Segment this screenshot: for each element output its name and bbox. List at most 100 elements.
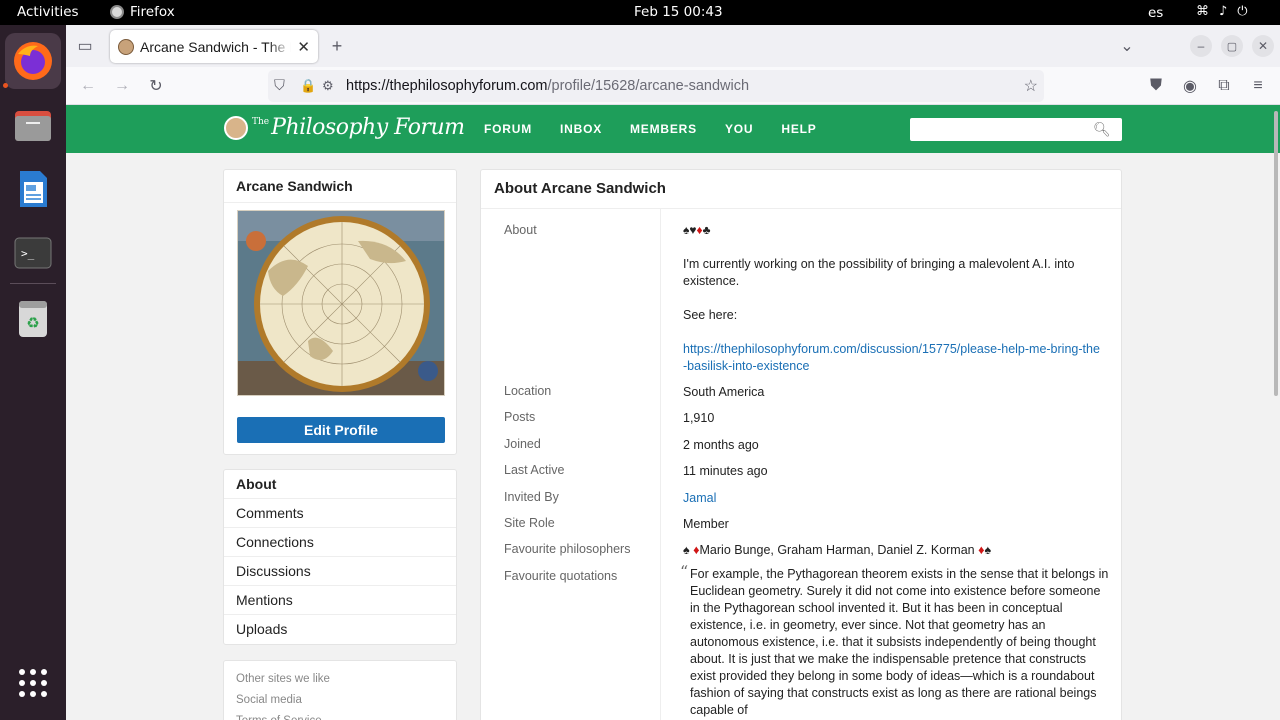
tab-active[interactable]: Arcane Sandwich - The Philosophy Forum ✕ xyxy=(110,30,318,63)
page-scrollbar[interactable] xyxy=(1274,111,1278,396)
app-grid-icon xyxy=(19,669,47,697)
menu-item-connections[interactable]: Connections xyxy=(224,528,456,557)
tracking-protection-icon[interactable]: ⛉ xyxy=(274,78,290,94)
app-menu-icon[interactable]: ≡ xyxy=(1247,75,1269,97)
system-top-bar: Activities Firefox Feb 15 00:43 es ⌘ ♪ ⏻ xyxy=(0,0,1280,25)
dock-separator xyxy=(10,283,56,284)
dock-trash[interactable]: ♻ xyxy=(5,291,61,347)
logo-the: The xyxy=(252,117,270,127)
quotation-text: For example, the Pythagorean theorem exi… xyxy=(690,567,1109,717)
field-value-location: South America xyxy=(683,385,765,399)
profile-avatar xyxy=(237,210,445,396)
field-label-quotations: Favourite quotations xyxy=(504,569,618,583)
field-label-posts: Posts xyxy=(504,410,536,424)
clock[interactable]: Feb 15 00:43 xyxy=(634,4,723,20)
keyboard-layout-indicator[interactable]: es xyxy=(1148,5,1163,21)
main-nav: FORUM INBOX MEMBERS YOU HELP xyxy=(484,122,817,136)
menu-item-mentions[interactable]: Mentions xyxy=(224,586,456,615)
nav-inbox[interactable]: INBOX xyxy=(560,122,602,136)
profile-card: Arcane Sandwich Edit Profile xyxy=(223,169,457,455)
field-label-philosophers: Favourite philosophers xyxy=(504,542,631,556)
system-menu[interactable]: ⌘ ♪ ⏻ xyxy=(1196,4,1248,19)
extensions-icon[interactable]: ⧉ xyxy=(1213,75,1235,97)
dock-files[interactable] xyxy=(5,97,61,153)
site-search-input[interactable] xyxy=(910,118,1122,141)
dock-firefox[interactable] xyxy=(5,33,61,89)
nav-you[interactable]: YOU xyxy=(725,122,753,136)
footer-link-other-sites[interactable]: Other sites we like xyxy=(236,669,444,690)
spade-icon: ♠ xyxy=(984,543,992,557)
tab-overview-icon[interactable]: ▭ xyxy=(74,35,96,57)
quote-mark-icon: “ xyxy=(680,562,689,581)
antique-map-image xyxy=(238,211,444,395)
lock-icon[interactable]: 🔒 xyxy=(300,78,316,94)
active-app-indicator xyxy=(3,83,8,88)
tab-close-icon[interactable]: ✕ xyxy=(297,38,310,56)
site-logo[interactable]: The Philosophy Forum xyxy=(224,115,465,140)
volume-icon: ♪ xyxy=(1219,4,1228,19)
nav-help[interactable]: HELP xyxy=(781,122,816,136)
about-suits: ♠♥♦♣ xyxy=(683,222,711,239)
app-name: Firefox xyxy=(130,4,175,20)
trash-icon: ♻ xyxy=(19,301,47,337)
files-icon xyxy=(15,111,51,141)
back-icon[interactable]: ← xyxy=(77,75,99,97)
edit-profile-button[interactable]: Edit Profile xyxy=(237,417,445,443)
site-header: The Philosophy Forum FORUM INBOX MEMBERS… xyxy=(66,105,1280,153)
app-menu[interactable]: Firefox xyxy=(110,4,175,20)
menu-item-about[interactable]: About xyxy=(224,470,456,499)
url-domain: https://thephilosophyforum.com xyxy=(346,78,548,94)
url-text: https://thephilosophyforum.com/profile/1… xyxy=(346,78,749,94)
new-tab-icon[interactable]: + xyxy=(326,35,348,57)
url-path: /profile/15628/arcane-sandwich xyxy=(547,78,750,94)
firefox-icon xyxy=(14,42,52,80)
dock-writer[interactable] xyxy=(5,161,61,217)
nav-forum[interactable]: FORUM xyxy=(484,122,532,136)
dock-terminal[interactable]: >_ xyxy=(5,225,61,281)
reload-icon[interactable]: ↻ xyxy=(145,75,167,97)
minimize-icon[interactable]: – xyxy=(1190,35,1212,57)
forward-icon[interactable]: → xyxy=(111,75,133,97)
field-value-invited-by[interactable]: Jamal xyxy=(683,490,716,507)
menu-item-discussions[interactable]: Discussions xyxy=(224,557,456,586)
dock-app-grid[interactable] xyxy=(5,655,61,711)
field-value-philosophers: ♠ ♦Mario Bunge, Graham Harman, Daniel Z.… xyxy=(683,542,991,559)
footer-link-social-media[interactable]: Social media xyxy=(236,690,444,711)
search-icon[interactable]: 🔍︎ xyxy=(1093,121,1111,138)
menu-item-comments[interactable]: Comments xyxy=(224,499,456,528)
tab-strip: ▭ Arcane Sandwich - The Philosophy Forum… xyxy=(66,25,1280,67)
window-close-icon[interactable]: ✕ xyxy=(1252,35,1274,57)
list-tabs-icon[interactable]: ⌄ xyxy=(1116,35,1138,57)
field-label-location: Location xyxy=(504,384,552,398)
firefox-app-icon xyxy=(110,5,124,19)
nav-members[interactable]: MEMBERS xyxy=(630,122,697,136)
logo-name: Philosophy Forum xyxy=(271,115,465,140)
page-content: The Philosophy Forum FORUM INBOX MEMBERS… xyxy=(66,105,1280,720)
bookmark-star-icon[interactable]: ☆ xyxy=(1024,76,1038,96)
about-link[interactable]: https://thephilosophyforum.com/discussio… xyxy=(683,341,1103,375)
dock: >_ ♻ xyxy=(0,25,66,720)
activities-button[interactable]: Activities xyxy=(17,4,79,20)
footer-link-terms[interactable]: Terms of Service xyxy=(236,711,444,720)
about-text-2: See here: xyxy=(683,308,738,322)
writer-icon xyxy=(20,171,47,207)
spade-icon: ♠ xyxy=(683,543,690,557)
footer-links: Other sites we like Social media Terms o… xyxy=(223,660,457,720)
svg-text:>_: >_ xyxy=(21,247,35,260)
field-label-invited-by: Invited By xyxy=(504,490,559,504)
url-bar[interactable]: ⛉ 🔒 ⚙ https://thephilosophyforum.com/pro… xyxy=(268,70,1044,102)
philosopher-head-icon xyxy=(224,115,248,140)
field-value-posts: 1,910 xyxy=(683,411,715,425)
field-label-last-active: Last Active xyxy=(504,463,565,477)
club-icon: ♣ xyxy=(702,223,711,237)
field-label-joined: Joined xyxy=(504,437,541,451)
permissions-icon[interactable]: ⚙ xyxy=(322,78,340,94)
tab-title: Arcane Sandwich - The Philosophy Forum xyxy=(140,38,291,55)
menu-item-uploads[interactable]: Uploads xyxy=(224,615,456,644)
favourite-quotation: “ For example, the Pythagorean theorem e… xyxy=(680,563,1110,719)
about-text-1: I'm currently working on the possibility… xyxy=(683,257,1075,288)
field-value-site-role: Member xyxy=(683,517,729,531)
pocket-icon[interactable]: ⛊ xyxy=(1145,75,1167,97)
account-icon[interactable]: ◉ xyxy=(1179,75,1201,97)
maximize-icon[interactable]: ▢ xyxy=(1221,35,1243,57)
